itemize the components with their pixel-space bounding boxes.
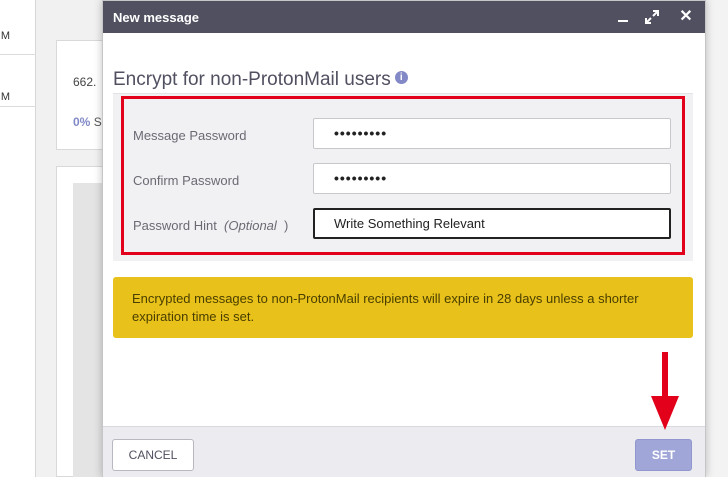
list-item-time: M [0,30,10,42]
highlight-box [121,96,685,255]
info-icon[interactable]: i [394,71,408,85]
cancel-button[interactable]: CANCEL [112,439,194,471]
encrypt-heading: Encrypt for non-ProtonMail users i [113,69,408,91]
background-sidebar: M M [0,0,36,477]
minimize-icon[interactable] [615,8,633,26]
close-icon[interactable]: ✕ [677,8,695,26]
list-item[interactable]: M [0,55,36,107]
dialog-title: New message [113,10,199,25]
storage-value: 662. [73,75,97,89]
list-item-time: M [0,91,10,103]
list-item[interactable]: M [0,0,36,55]
pointer-arrow-icon [651,352,679,430]
dialog-titlebar[interactable]: New message ✕ [103,1,705,33]
set-button[interactable]: SET [635,439,692,471]
expiration-notice: Encrypted messages to non-ProtonMail rec… [113,277,693,338]
dialog-footer: CANCEL SET [103,426,705,477]
maximize-icon[interactable] [643,8,661,26]
storage-percent: 0% S [73,115,102,129]
